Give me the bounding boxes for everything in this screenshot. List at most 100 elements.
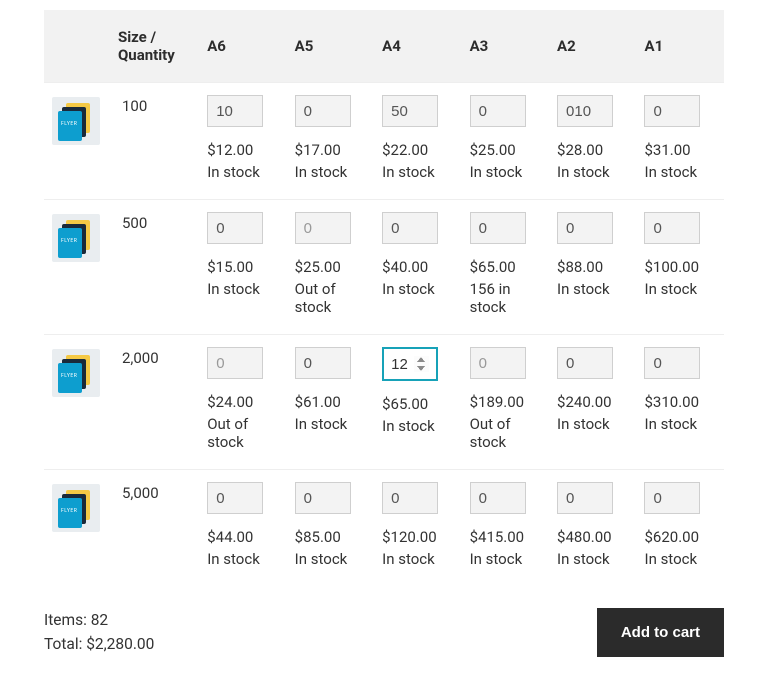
thumbnail-header [44,10,114,83]
price-label: $40.00 [382,258,453,276]
stock-label: In stock [295,550,366,568]
price-label: $100.00 [644,258,716,276]
quantity-input[interactable] [295,95,351,127]
price-label: $65.00 [470,258,541,276]
price-label: $25.00 [295,258,366,276]
stock-label: Out of stock [295,280,366,316]
quantity-input[interactable] [382,347,438,381]
product-thumbnail: FLYER [52,97,100,145]
stock-label: In stock [382,417,453,435]
stock-label: In stock [557,550,628,568]
price-label: $189.00 [470,393,541,411]
stock-label: 156 in stock [470,280,541,316]
variant-cell: $240.00 In stock [549,335,636,470]
variant-cell: $620.00In stock [636,470,724,587]
stock-label: In stock [382,550,453,568]
quantity-input[interactable] [557,212,613,244]
quantity-label: 100 [114,83,199,200]
variant-cell: $24.00Out of stock [199,335,286,470]
variant-cell: $25.00 In stock [462,83,549,200]
size-header-a6: A6 [199,10,286,83]
variant-cell: $28.00In stock [549,83,636,200]
quantity-input[interactable] [207,347,263,379]
quantity-input[interactable] [295,482,351,514]
variant-cell: $22.00 In stock [374,83,461,200]
quantity-input[interactable] [207,212,263,244]
stock-label: In stock [295,163,366,181]
stock-label: In stock [557,415,628,433]
quantity-input[interactable] [207,482,263,514]
quantity-input[interactable] [644,212,700,244]
size-quantity-header: Size / Quantity [114,10,199,83]
quantity-input[interactable] [382,482,438,514]
product-thumbnail: FLYER [52,349,100,397]
quantity-input[interactable] [207,95,263,127]
quantity-input[interactable] [557,95,613,127]
size-header-a5: A5 [287,10,374,83]
variant-cell: $189.00Out of stock [462,335,549,470]
quantity-input[interactable] [295,347,351,379]
stock-label: In stock [644,280,716,298]
stock-label: In stock [557,280,628,298]
size-header-a2: A2 [549,10,636,83]
variant-cell: $85.00 In stock [287,470,374,587]
price-label: $85.00 [295,528,366,546]
stock-label: In stock [470,163,541,181]
size-header-a4: A4 [374,10,461,83]
quantity-label: 500 [114,200,199,335]
variant-cell: $415.00 In stock [462,470,549,587]
variant-cell: $120.00 In stock [374,470,461,587]
price-label: $480.00 [557,528,628,546]
variant-cell: $65.00 156 in stock [462,200,549,335]
price-label: $25.00 [470,141,541,159]
size-header-a3: A3 [462,10,549,83]
quantity-input[interactable] [382,212,438,244]
variant-cell: $100.00 In stock [636,200,724,335]
quantity-input[interactable] [470,482,526,514]
variant-cell: $40.00In stock [374,200,461,335]
price-label: $61.00 [295,393,366,411]
variant-cell: $12.00In stock [199,83,286,200]
stock-label: In stock [207,163,278,181]
quantity-input[interactable] [557,347,613,379]
variant-cell: $65.00In stock [374,335,461,470]
size-header-a1: A1 [636,10,724,83]
stock-label: In stock [207,550,278,568]
variant-cell: $480.00 In stock [549,470,636,587]
price-label: $24.00 [207,393,278,411]
variant-cell: $25.00 Out of stock [287,200,374,335]
quantity-input[interactable] [644,95,700,127]
variant-cell: $44.00In stock [199,470,286,587]
product-thumbnail: FLYER [52,214,100,262]
bulk-order-table: Size / Quantity A6 A5 A4 A3 A2 A1 FLYER 1… [44,10,724,586]
stock-label: In stock [557,163,628,181]
stock-label: In stock [295,415,366,433]
add-to-cart-button[interactable]: Add to cart [597,608,724,657]
stock-label: In stock [644,550,716,568]
quantity-input[interactable] [295,212,351,244]
quantity-input[interactable] [557,482,613,514]
stock-label: In stock [382,163,453,181]
variant-cell: $17.00 In stock [287,83,374,200]
table-row: FLYER5,000$44.00In stock$85.00In stock$1… [44,470,724,587]
stock-label: In stock [207,280,278,298]
stock-label: In stock [470,550,541,568]
quantity-input[interactable] [644,482,700,514]
quantity-input[interactable] [382,95,438,127]
quantity-input[interactable] [470,95,526,127]
quantity-input[interactable] [470,347,526,379]
price-label: $88.00 [557,258,628,276]
price-label: $240.00 [557,393,628,411]
variant-cell: $15.00In stock [199,200,286,335]
price-label: $31.00 [644,141,716,159]
price-label: $120.00 [382,528,453,546]
stock-label: In stock [644,163,716,181]
price-label: $17.00 [295,141,366,159]
table-row: FLYER100$12.00In stock$17.00In stock$22.… [44,83,724,200]
variant-cell: $31.00 In stock [636,83,724,200]
quantity-input[interactable] [470,212,526,244]
quantity-input[interactable] [644,347,700,379]
price-label: $415.00 [470,528,541,546]
price-label: $22.00 [382,141,453,159]
variant-cell: $88.00 In stock [549,200,636,335]
